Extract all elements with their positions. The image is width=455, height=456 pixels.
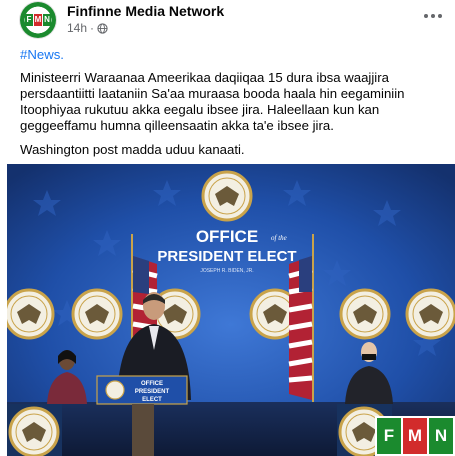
bottom-seal-left (7, 404, 62, 456)
facebook-post: F M N Finfinne Media Network 14h · #News… (0, 0, 455, 456)
watermark-logo: F M N (375, 416, 455, 456)
more-options-icon[interactable] (421, 8, 445, 24)
photo-scene: OFFICE of the PRESIDENT ELECT JOSEPH R. … (7, 164, 455, 456)
podium-elect-text: ELECT (142, 397, 162, 403)
globe-icon (97, 22, 108, 34)
post-paragraph-2: Washington post madda uduu kanaati. (20, 142, 245, 157)
avatar-letter-n: N (43, 14, 51, 26)
watermark-letter-m: M (403, 418, 427, 454)
backdrop-of-the-text: of the (271, 234, 287, 242)
podium-seal (105, 380, 125, 400)
post-meta: 14h · (67, 21, 108, 35)
post-photo[interactable]: OFFICE of the PRESIDENT ELECT JOSEPH R. … (7, 164, 455, 456)
post-text: #News. Ministeerri Waraanaa Ameerikaa da… (20, 47, 440, 166)
backdrop-office-text: OFFICE (196, 227, 258, 246)
post-paragraph-1: Ministeerri Waraanaa Ameerikaa daqiiqaa … (20, 70, 405, 133)
left-seal-2 (71, 288, 123, 340)
podium-office-text: OFFICE (141, 381, 163, 387)
watermark-letter-n: N (429, 418, 453, 454)
watermark-letter-f: F (377, 418, 401, 454)
avatar-logo: F M N (25, 14, 51, 26)
post-timestamp[interactable]: 14h (67, 21, 87, 35)
backdrop-president-elect-text: PRESIDENT ELECT (157, 248, 296, 265)
top-seal (201, 170, 253, 222)
avatar-letter-m: M (34, 14, 42, 26)
page-avatar[interactable]: F M N (20, 2, 56, 38)
right-seal-2 (339, 288, 391, 340)
hashtag-link[interactable]: #News. (20, 47, 440, 63)
avatar-letter-f: F (25, 14, 33, 26)
meta-separator: · (90, 21, 95, 35)
right-seal-3 (405, 288, 455, 340)
left-seal-1 (7, 288, 55, 340)
backdrop-name-text: JOSEPH R. BIDEN, JR. (200, 268, 253, 274)
post-header: F M N Finfinne Media Network 14h · (12, 2, 447, 40)
podium-president-text: PRESIDENT (135, 389, 170, 395)
page-name-link[interactable]: Finfinne Media Network (67, 3, 224, 19)
